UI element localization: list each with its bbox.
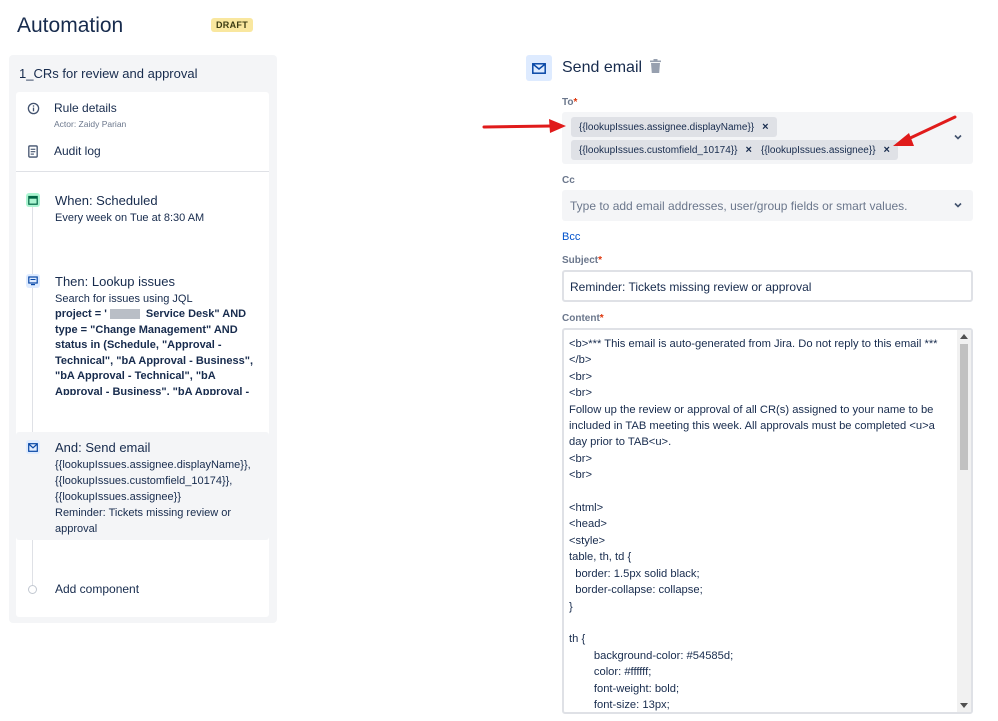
trash-icon[interactable]: [650, 58, 662, 78]
bcc-link[interactable]: Bcc: [562, 231, 580, 243]
to-label: To*: [562, 97, 578, 108]
jql-line: Approval - Business", "bA Approval -: [55, 385, 250, 396]
to-field[interactable]: {{lookupIssues.assignee.displayName}} × …: [562, 112, 973, 164]
lookup-title: Then: Lookup issues: [55, 274, 175, 289]
subject-label: Subject*: [562, 255, 603, 266]
info-icon: [26, 101, 40, 115]
rule-name[interactable]: 1_CRs for review and approval: [19, 66, 197, 81]
page-title: Automation: [17, 14, 124, 37]
jql-line: status in (Schedule, "Approval -: [55, 339, 222, 351]
email-summary-line: Reminder: Tickets missing review or: [55, 507, 232, 519]
recipient-chip[interactable]: {{lookupIssues.assignee.displayName}} ×: [571, 117, 777, 137]
chevron-down-icon[interactable]: [953, 132, 963, 142]
rule-panel: 1_CRs for review and approval Rule detai…: [9, 55, 277, 623]
recipient-chip-label: {{lookupIssues.customfield_10174}}: [579, 144, 738, 156]
scroll-thumb[interactable]: [960, 344, 968, 470]
mail-icon: [26, 440, 40, 454]
jql-query: project = ' Service Desk" AND type = "Ch…: [55, 307, 270, 395]
cc-input[interactable]: Type to add email addresses, user/group …: [562, 190, 973, 221]
calendar-icon: [26, 193, 40, 207]
monitor-icon: [26, 274, 40, 288]
jql-line: "bA Approval - Technical", "bA: [55, 370, 216, 382]
content-textarea[interactable]: <b>*** This email is auto-generated from…: [562, 328, 973, 714]
divider: [16, 171, 269, 172]
email-step-summary: {{lookupIssues.assignee.displayName}}, {…: [55, 457, 270, 537]
document-icon: [26, 144, 40, 158]
remove-chip-icon[interactable]: ×: [745, 144, 751, 156]
email-step-title: And: Send email: [55, 440, 151, 455]
recipient-chip[interactable]: {{lookupIssues.assignee}} ×: [753, 140, 898, 160]
add-component-button[interactable]: Add component: [26, 582, 139, 596]
scroll-up-icon[interactable]: [960, 334, 968, 339]
audit-log-label: Audit log: [54, 144, 101, 158]
recipient-chip-label: {{lookupIssues.assignee.displayName}}: [579, 121, 755, 133]
rule-components-card: Rule details Actor: Zaidy Parian Audit l…: [16, 92, 269, 617]
jql-line: type = "Change Management" AND: [55, 323, 238, 336]
email-summary-line: {{lookupIssues.assignee.displayName}},: [55, 459, 251, 471]
trigger-title: When: Scheduled: [55, 193, 158, 208]
remove-chip-icon[interactable]: ×: [884, 144, 890, 156]
editor-header: Send email: [526, 55, 662, 81]
add-circle-icon: [28, 584, 37, 594]
scroll-down-icon[interactable]: [960, 703, 968, 708]
draft-badge: DRAFT: [211, 18, 253, 32]
audit-log-item[interactable]: Audit log: [26, 144, 101, 158]
content-text[interactable]: <b>*** This email is auto-generated from…: [569, 336, 957, 712]
jql-line: Technical", "bA Approval - Business",: [55, 354, 253, 367]
rule-actor: Actor: Zaidy Parian: [54, 119, 127, 129]
trigger-schedule: Every week on Tue at 8:30 AM: [55, 212, 205, 224]
rule-details-item[interactable]: Rule details Actor: Zaidy Parian: [26, 101, 126, 129]
mail-icon: [526, 55, 552, 81]
jql-line: project = ' Service Desk" AND: [55, 308, 247, 320]
cc-label: Cc: [562, 175, 575, 186]
content-label: Content*: [562, 313, 604, 324]
subject-input[interactable]: Reminder: Tickets missing review or appr…: [562, 270, 973, 302]
editor-title: Send email: [562, 59, 643, 76]
email-summary-line: {{lookupIssues.customfield_10174}},: [55, 475, 233, 487]
rule-details-label: Rule details: [54, 101, 117, 115]
recipient-chip[interactable]: {{lookupIssues.customfield_10174}} ×: [571, 140, 760, 160]
lookup-subtitle: Search for issues using JQL: [55, 293, 193, 305]
email-summary-line: approval: [55, 523, 98, 535]
add-component-label: Add component: [55, 582, 140, 596]
redacted-text: [109, 309, 140, 320]
remove-chip-icon[interactable]: ×: [762, 121, 768, 133]
recipient-chip-label: {{lookupIssues.assignee}}: [761, 144, 876, 156]
email-summary-line: {{lookupIssues.assignee}}: [55, 491, 181, 503]
cc-placeholder: Type to add email addresses, user/group …: [570, 199, 908, 213]
annotation-arrow-left: [482, 119, 566, 133]
content-scrollbar[interactable]: [957, 330, 971, 712]
chevron-down-icon[interactable]: [953, 200, 963, 210]
